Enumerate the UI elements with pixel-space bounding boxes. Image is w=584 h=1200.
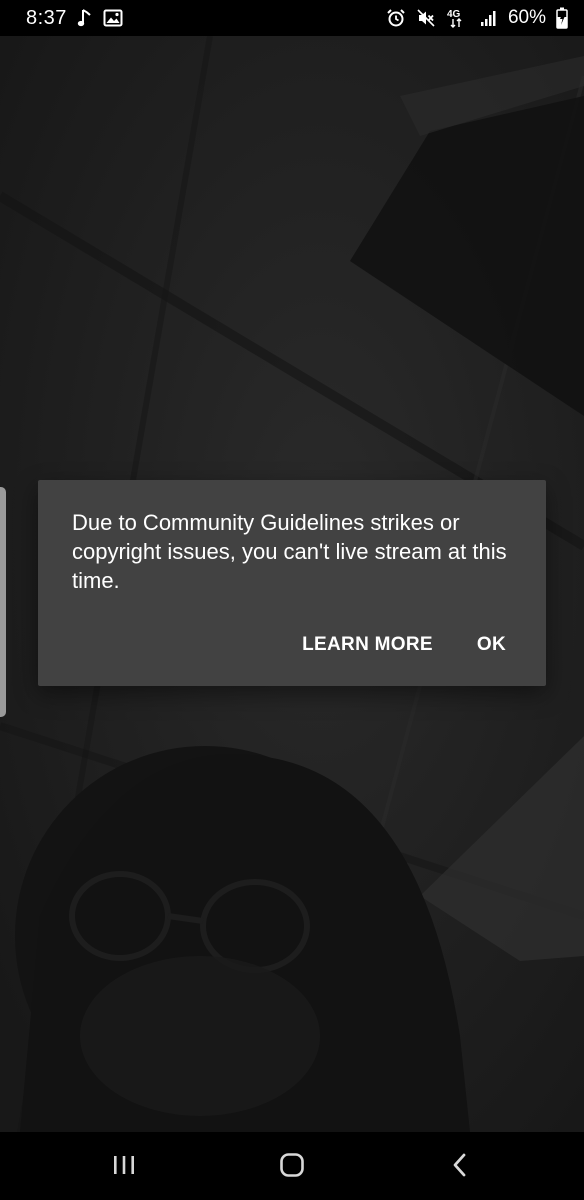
screen: 8:37 4G 60% Due to Community Guidelines … xyxy=(0,0,584,1200)
dialog-message: Due to Community Guidelines strikes or c… xyxy=(72,510,507,593)
signal-icon xyxy=(480,9,498,27)
alarm-icon xyxy=(386,8,406,28)
status-left: 8:37 xyxy=(26,7,123,30)
svg-text:4G: 4G xyxy=(447,9,461,20)
mute-icon xyxy=(416,8,436,28)
network-4g-icon: 4G xyxy=(446,7,470,29)
status-time: 8:37 xyxy=(26,6,67,29)
recent-apps-icon xyxy=(111,1154,137,1179)
home-button[interactable] xyxy=(252,1136,332,1196)
image-icon xyxy=(103,9,123,27)
learn-more-button[interactable]: LEARN MORE xyxy=(292,626,443,664)
battery-percent: 60% xyxy=(507,7,546,28)
back-button[interactable] xyxy=(420,1136,500,1196)
battery-charging-icon xyxy=(556,7,568,29)
status-right: 4G 60% xyxy=(386,7,568,29)
recent-apps-button[interactable] xyxy=(84,1136,164,1196)
ok-button[interactable]: OK xyxy=(467,626,516,664)
navigation-bar xyxy=(0,1132,584,1200)
live-stream-unavailable-dialog: Due to Community Guidelines strikes or c… xyxy=(38,480,546,686)
home-icon xyxy=(279,1152,305,1181)
dialog-actions: LEARN MORE OK xyxy=(292,626,516,664)
status-bar: 8:37 4G 60% xyxy=(0,0,584,36)
back-icon xyxy=(451,1152,469,1181)
edge-panel-handle[interactable] xyxy=(0,487,6,717)
music-note-icon xyxy=(77,8,93,28)
